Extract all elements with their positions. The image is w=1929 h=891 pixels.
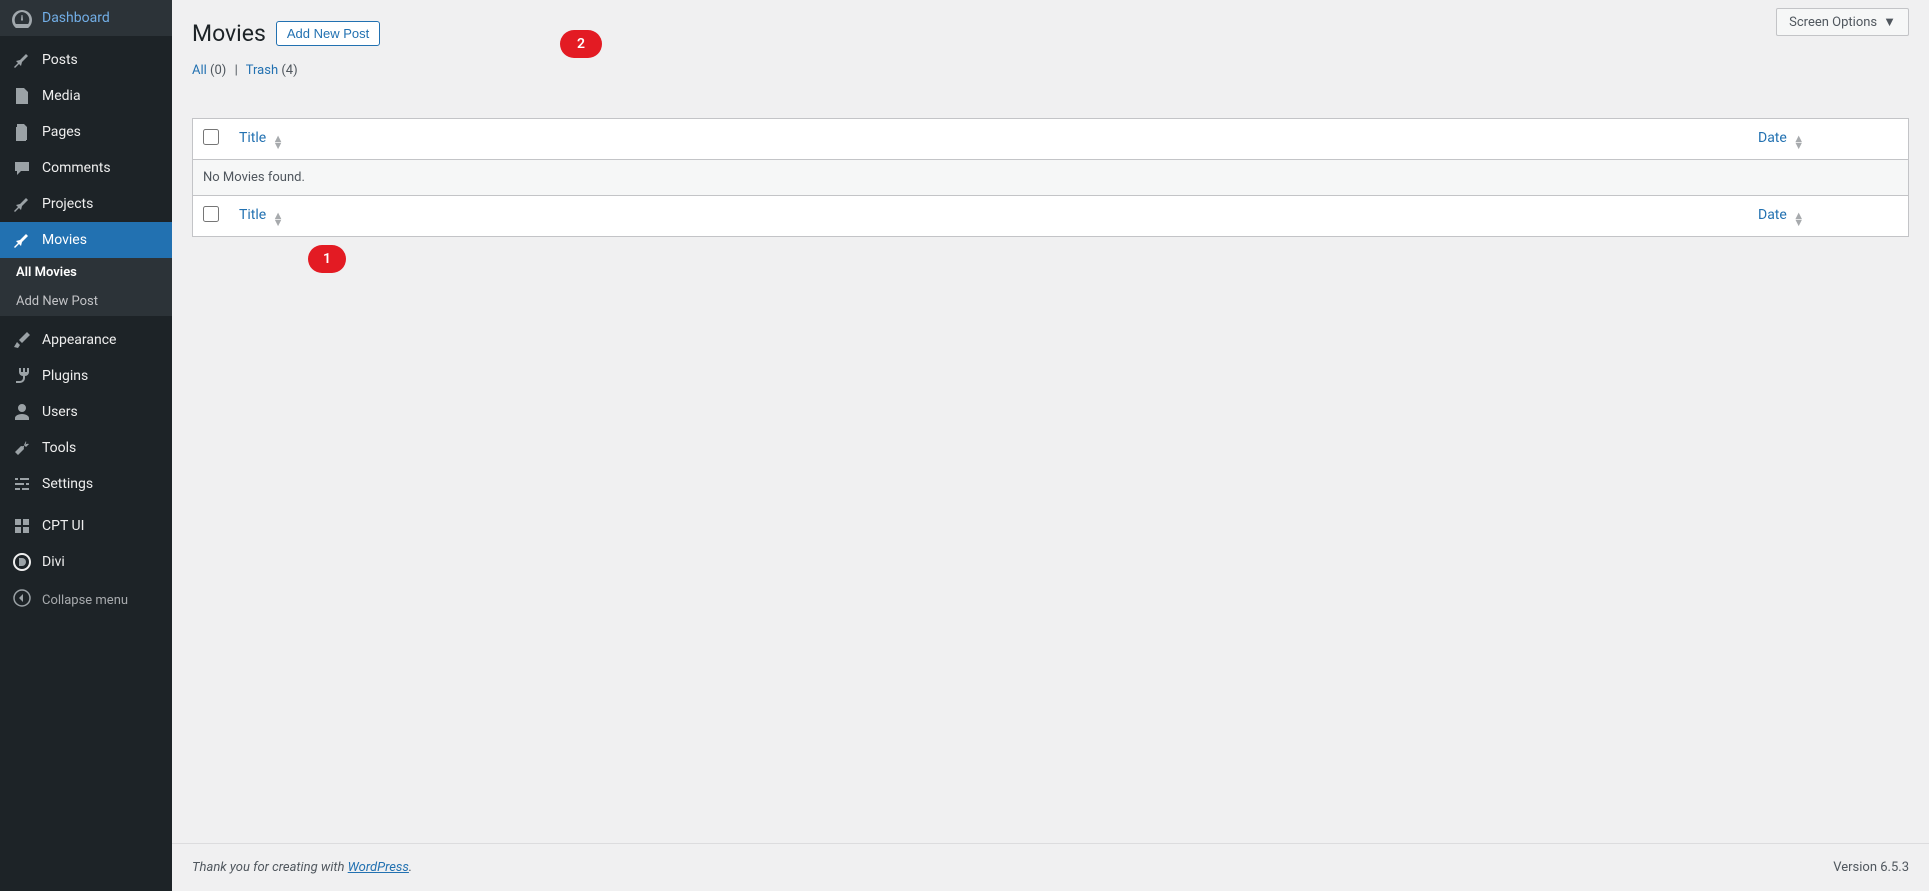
sidebar-item-comments[interactable]: Comments: [0, 150, 172, 186]
column-title-header[interactable]: Title ▲▼: [239, 130, 284, 146]
sidebar-item-label: Settings: [42, 476, 93, 492]
empty-message: No Movies found.: [193, 160, 1908, 195]
sidebar-item-cpt-ui[interactable]: CPT UI: [0, 508, 172, 544]
annotation-marker-2: 2: [560, 30, 602, 58]
sidebar-item-label: Posts: [42, 52, 78, 68]
main-content: Screen Options ▼ 1 2 Movies Add New Post…: [172, 0, 1929, 891]
sidebar-item-label: Users: [42, 404, 78, 420]
sidebar-item-label: Comments: [42, 160, 111, 176]
screen-options-label: Screen Options: [1789, 15, 1877, 30]
collapse-menu-button[interactable]: Collapse menu: [0, 580, 172, 620]
plug-icon: [12, 366, 32, 386]
admin-sidebar: Dashboard Posts Media Pages Comments Pro…: [0, 0, 172, 891]
sort-icon: ▲▼: [1793, 212, 1804, 226]
comments-icon: [12, 158, 32, 178]
select-all-checkbox-bottom[interactable]: [203, 206, 219, 222]
admin-footer: Thank you for creating with WordPress. V…: [172, 843, 1929, 891]
sidebar-submenu: All Movies Add New Post: [0, 258, 172, 316]
sidebar-item-pages[interactable]: Pages: [0, 114, 172, 150]
pin-icon: [12, 230, 32, 250]
submenu-item-add-new[interactable]: Add New Post: [0, 287, 172, 316]
cpt-icon: [12, 516, 32, 536]
user-icon: [12, 402, 32, 422]
sidebar-item-media[interactable]: Media: [0, 78, 172, 114]
annotation-marker-1: 1: [308, 245, 346, 273]
chevron-down-icon: ▼: [1883, 14, 1896, 30]
wp-version: Version 6.5.3: [1833, 860, 1909, 875]
sidebar-item-label: Dashboard: [42, 10, 110, 26]
sidebar-item-label: CPT UI: [42, 518, 84, 534]
pin-icon: [12, 50, 32, 70]
sidebar-item-plugins[interactable]: Plugins: [0, 358, 172, 394]
sidebar-item-label: Media: [42, 88, 81, 104]
brush-icon: [12, 330, 32, 350]
sidebar-item-posts[interactable]: Posts: [0, 42, 172, 78]
filter-all-link[interactable]: All: [192, 63, 207, 78]
table-row-empty: No Movies found.: [193, 160, 1908, 195]
pages-icon: [12, 122, 32, 142]
collapse-icon: [12, 588, 32, 612]
sort-icon: ▲▼: [273, 135, 284, 149]
dashboard-icon: [12, 8, 32, 28]
sidebar-item-users[interactable]: Users: [0, 394, 172, 430]
sidebar-item-label: Plugins: [42, 368, 88, 384]
column-date-header[interactable]: Date ▲▼: [1758, 130, 1804, 146]
sidebar-item-divi[interactable]: Divi: [0, 544, 172, 580]
page-header: Movies Add New Post: [192, 20, 1909, 47]
page-title: Movies: [192, 20, 266, 47]
sidebar-item-tools[interactable]: Tools: [0, 430, 172, 466]
column-date-footer[interactable]: Date ▲▼: [1758, 207, 1804, 223]
sliders-icon: [12, 474, 32, 494]
screen-options-button[interactable]: Screen Options ▼: [1776, 8, 1909, 36]
pin-icon: [12, 194, 32, 214]
media-icon: [12, 86, 32, 106]
divi-icon: [12, 552, 32, 572]
filter-trash-link[interactable]: Trash: [246, 63, 278, 78]
footer-thank-you: Thank you for creating with: [192, 860, 348, 875]
sidebar-item-projects[interactable]: Projects: [0, 186, 172, 222]
filter-trash-count: (4): [281, 63, 297, 78]
wrench-icon: [12, 438, 32, 458]
add-new-post-button[interactable]: Add New Post: [276, 21, 380, 46]
select-all-checkbox-top[interactable]: [203, 129, 219, 145]
filter-links: All (0) | Trash (4): [192, 63, 1909, 78]
posts-table: Title ▲▼ Date ▲▼ No Movies found.: [192, 118, 1909, 237]
sort-icon: ▲▼: [1793, 135, 1804, 149]
sidebar-item-movies[interactable]: Movies: [0, 222, 172, 258]
sidebar-item-dashboard[interactable]: Dashboard: [0, 0, 172, 36]
collapse-menu-label: Collapse menu: [42, 593, 128, 608]
sidebar-item-appearance[interactable]: Appearance: [0, 322, 172, 358]
sidebar-item-label: Projects: [42, 196, 93, 212]
sidebar-item-label: Pages: [42, 124, 81, 140]
sort-icon: ▲▼: [273, 212, 284, 226]
sidebar-item-label: Divi: [42, 554, 65, 570]
submenu-item-all-movies[interactable]: All Movies: [0, 258, 172, 287]
sidebar-item-label: Movies: [42, 232, 87, 248]
sidebar-item-settings[interactable]: Settings: [0, 466, 172, 502]
sidebar-item-label: Appearance: [42, 332, 116, 348]
filter-all-count: (0): [210, 63, 226, 78]
column-title-footer[interactable]: Title ▲▼: [239, 207, 284, 223]
wordpress-link[interactable]: WordPress: [348, 860, 409, 875]
sidebar-item-label: Tools: [42, 440, 76, 456]
